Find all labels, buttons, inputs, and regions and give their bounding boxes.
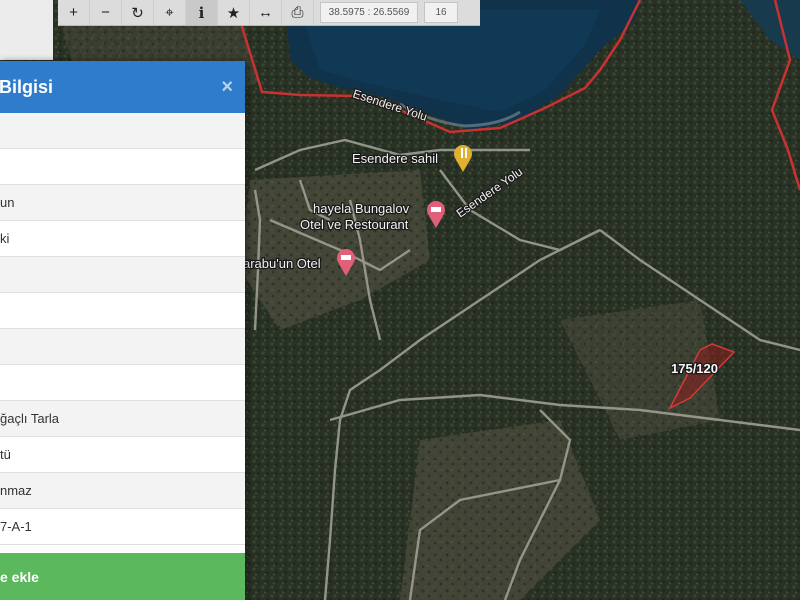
- parcel-label: 175/120: [671, 361, 718, 376]
- print-button[interactable]: ⎙: [282, 0, 314, 25]
- info-row: [0, 113, 245, 149]
- poi-label: hayela Bungalov: [313, 201, 410, 216]
- favorite-button[interactable]: ★: [218, 0, 250, 25]
- arrows-horizontal-icon: ↔: [258, 4, 273, 21]
- close-icon[interactable]: ×: [221, 76, 233, 99]
- star-icon: ★: [226, 4, 241, 22]
- printer-icon: ⎙: [291, 4, 304, 21]
- zoom-level-readout: 16: [424, 2, 458, 23]
- poi-label: Esendere sahil: [352, 151, 438, 166]
- info-icon: i: [198, 3, 205, 22]
- locate-button[interactable]: ⌖: [154, 0, 186, 25]
- parcel-info-panel: Bilgisi × un ki ğaçlı Tarla tü nmaz 7-A-…: [0, 61, 245, 600]
- panel-header: Bilgisi ×: [0, 61, 245, 113]
- info-row: ğaçlı Tarla: [0, 401, 245, 437]
- crosshair-icon: ⌖: [165, 4, 174, 21]
- info-button[interactable]: i: [186, 0, 218, 25]
- plus-icon: +: [69, 4, 78, 21]
- info-row: tü: [0, 437, 245, 473]
- zoom-out-button[interactable]: −: [90, 0, 122, 25]
- panel-title: Bilgisi: [0, 76, 54, 97]
- info-row: ki: [0, 221, 245, 257]
- zoom-in-button[interactable]: +: [58, 0, 90, 25]
- info-row: [0, 365, 245, 401]
- refresh-button[interactable]: ↻: [122, 0, 154, 25]
- minus-icon: −: [101, 4, 110, 21]
- poi-label: arabu'un Otel: [243, 256, 321, 271]
- info-row: [0, 149, 245, 185]
- info-row: un: [0, 185, 245, 221]
- info-row: nmaz: [0, 473, 245, 509]
- measure-button[interactable]: ↔: [250, 0, 282, 25]
- map-toolbar: + − ↻ ⌖ i ★ ↔ ⎙ 38.5975 : 26.5569 16: [58, 0, 480, 26]
- add-button[interactable]: e ekle: [0, 553, 245, 600]
- info-row: 7-A-1: [0, 509, 245, 545]
- poi-label: Otel ve Restourant: [300, 217, 409, 232]
- info-row: [0, 329, 245, 365]
- refresh-icon: ↻: [131, 4, 144, 22]
- left-side-strip: [0, 0, 53, 60]
- info-row: [0, 293, 245, 329]
- coordinate-readout: 38.5975 : 26.5569: [320, 2, 418, 23]
- info-row: [0, 257, 245, 293]
